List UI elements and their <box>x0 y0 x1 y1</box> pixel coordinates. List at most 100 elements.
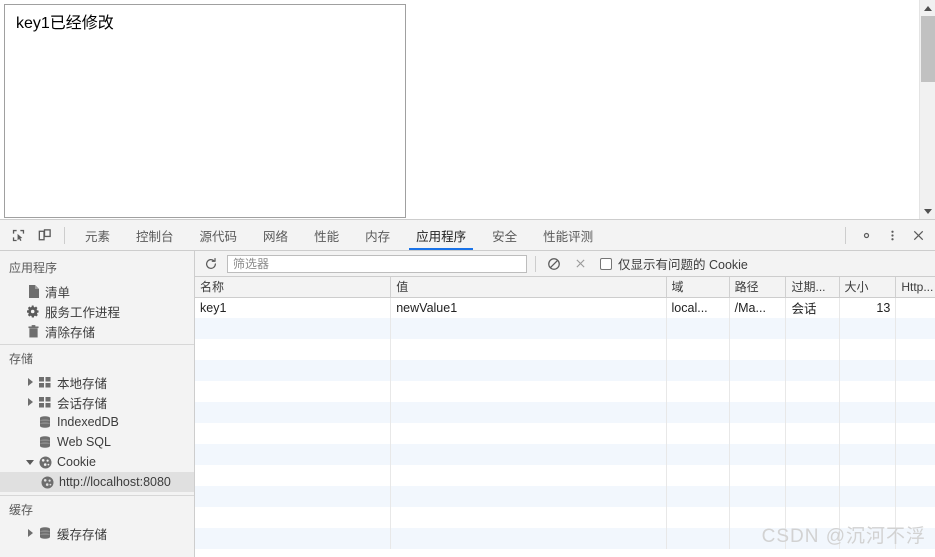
page-scrollbar[interactable] <box>919 0 935 219</box>
table-filler-row <box>195 528 935 549</box>
scrollbar-thumb[interactable] <box>921 16 935 82</box>
scroll-up-arrow-icon[interactable] <box>920 0 935 16</box>
column-header-expires[interactable]: 过期... <box>785 277 840 298</box>
page-viewport: key1已经修改 <box>0 0 935 219</box>
devtools-panel: 元素 控制台 源代码 网络 性能 内存 应用程序 安全 性能评测 应用程序 清单… <box>0 219 935 557</box>
sidebar-item-indexeddb[interactable]: IndexedDB <box>0 412 194 432</box>
table-grid-icon <box>36 376 54 388</box>
cell-value[interactable]: newValue1 <box>390 297 667 318</box>
chevron-right-icon[interactable] <box>24 378 36 386</box>
sidebar-item-label: 清单 <box>45 285 71 300</box>
device-toolbar-icon[interactable] <box>31 220 57 250</box>
database-icon <box>36 527 54 539</box>
sidebar-item-label: IndexedDB <box>57 415 119 429</box>
table-grid-icon <box>36 396 54 408</box>
sidebar-item-cookie[interactable]: Cookie <box>0 452 194 472</box>
devtools-toolbar-actions <box>838 220 935 250</box>
table-row[interactable]: key1 newValue1 local... /Ma... 会话 13 Med… <box>195 297 935 318</box>
toolbar-divider <box>64 226 65 244</box>
cookies-panel: 仅显示有问题的 Cookie 名称 <box>195 251 935 557</box>
sidebar-item-label: 服务工作进程 <box>45 305 121 320</box>
delete-cookie-icon[interactable] <box>570 257 590 270</box>
chevron-right-icon[interactable] <box>24 529 36 537</box>
tab-application[interactable]: 应用程序 <box>403 220 479 250</box>
column-header-domain[interactable]: 域 <box>666 277 730 298</box>
tab-label: 安全 <box>492 229 518 244</box>
cell-path[interactable]: /Ma... <box>729 297 787 318</box>
cell-size[interactable]: 13 <box>839 297 897 318</box>
cookies-table-container[interactable]: 名称 值 域 路径 过期... 大小 Http... 安全 Sam... 优先级 <box>195 277 935 557</box>
tab-label: 应用程序 <box>416 229 467 244</box>
sidebar-item-label: http://localhost:8080 <box>59 475 171 489</box>
tab-memory[interactable]: 内存 <box>352 220 403 250</box>
devtools-body: 应用程序 清单 服务工作进程 清除存储 存储 本地存储 会话存储 Indexed… <box>0 251 935 557</box>
only-problematic-cookies-toggle[interactable]: 仅显示有问题的 Cookie <box>600 254 748 273</box>
application-sidebar: 应用程序 清单 服务工作进程 清除存储 存储 本地存储 会话存储 Indexed… <box>0 251 195 557</box>
sidebar-item-label: Web SQL <box>57 435 111 449</box>
sidebar-item-manifest[interactable]: 清单 <box>0 281 194 301</box>
table-filler-row <box>195 465 935 486</box>
cell-name[interactable]: key1 <box>195 297 392 318</box>
chevron-down-icon[interactable] <box>24 459 36 465</box>
chevron-right-icon[interactable] <box>24 398 36 406</box>
tab-elements[interactable]: 元素 <box>72 220 123 250</box>
sidebar-group-title-cache: 缓存 <box>9 503 34 517</box>
only-problematic-cookies-checkbox[interactable] <box>600 257 612 270</box>
column-header-httponly[interactable]: Http... <box>895 277 935 298</box>
only-problematic-cookies-label: 仅显示有问题的 Cookie <box>618 258 748 272</box>
tab-label: 性能评测 <box>543 229 594 244</box>
tab-console[interactable]: 控制台 <box>123 220 187 250</box>
more-vertical-icon[interactable] <box>879 220 905 250</box>
devtools-toolbar: 元素 控制台 源代码 网络 性能 内存 应用程序 安全 性能评测 <box>0 220 935 251</box>
cookie-icon <box>38 476 56 489</box>
sidebar-item-cookie-origin[interactable]: http://localhost:8080 <box>0 472 194 492</box>
sidebar-item-service-workers[interactable]: 服务工作进程 <box>0 301 194 321</box>
tab-network[interactable]: 网络 <box>250 220 301 250</box>
tab-performance[interactable]: 性能 <box>301 220 352 250</box>
sidebar-item-clear-storage[interactable]: 清除存储 <box>0 321 194 341</box>
column-header-path[interactable]: 路径 <box>729 277 787 298</box>
sidebar-item-websql[interactable]: Web SQL <box>0 432 194 452</box>
tab-label: 性能 <box>314 229 340 244</box>
gear-icon[interactable] <box>853 220 879 250</box>
trash-icon <box>24 324 42 338</box>
table-filler-row <box>195 360 935 381</box>
sidebar-item-label: Cookie <box>57 455 96 469</box>
inspect-element-icon[interactable] <box>5 220 31 250</box>
cell-httponly[interactable] <box>895 297 935 318</box>
filter-input[interactable] <box>227 254 527 273</box>
tab-label: 内存 <box>365 229 391 244</box>
close-icon[interactable] <box>905 220 931 250</box>
tab-label: 元素 <box>85 229 111 244</box>
page-content-box: key1已经修改 <box>4 4 406 218</box>
sidebar-item-cache-storage[interactable]: 缓存存储 <box>0 523 194 543</box>
scroll-down-arrow-icon[interactable] <box>920 203 935 219</box>
refresh-icon[interactable] <box>201 257 221 271</box>
tab-sources[interactable]: 源代码 <box>187 220 251 250</box>
cookies-table-body: key1 newValue1 local... /Ma... 会话 13 Med… <box>195 297 935 549</box>
tab-lighthouse[interactable]: 性能评测 <box>530 220 606 250</box>
table-filler-row <box>195 423 935 444</box>
sidebar-item-label: 本地存储 <box>57 376 108 391</box>
cell-expires[interactable]: 会话 <box>785 297 840 318</box>
tab-label: 网络 <box>263 229 289 244</box>
gear-icon <box>24 304 42 318</box>
column-header-name[interactable]: 名称 <box>195 277 392 298</box>
manifest-document-icon <box>24 284 42 298</box>
table-filler-row <box>195 444 935 465</box>
tab-label: 源代码 <box>199 229 238 244</box>
block-clear-all-icon[interactable] <box>544 257 564 271</box>
sidebar-item-local-storage[interactable]: 本地存储 <box>0 372 194 392</box>
tab-security[interactable]: 安全 <box>479 220 530 250</box>
cookies-filter-bar: 仅显示有问题的 Cookie <box>195 251 935 277</box>
table-filler-row <box>195 318 935 339</box>
toolbar-divider-right <box>845 226 846 244</box>
cell-domain[interactable]: local... <box>666 297 730 318</box>
column-header-size[interactable]: 大小 <box>839 277 897 298</box>
column-header-value[interactable]: 值 <box>390 277 667 298</box>
cookie-icon <box>36 456 54 469</box>
table-filler-row <box>195 381 935 402</box>
sidebar-item-session-storage[interactable]: 会话存储 <box>0 392 194 412</box>
table-filler-row <box>195 486 935 507</box>
database-icon <box>36 436 54 448</box>
